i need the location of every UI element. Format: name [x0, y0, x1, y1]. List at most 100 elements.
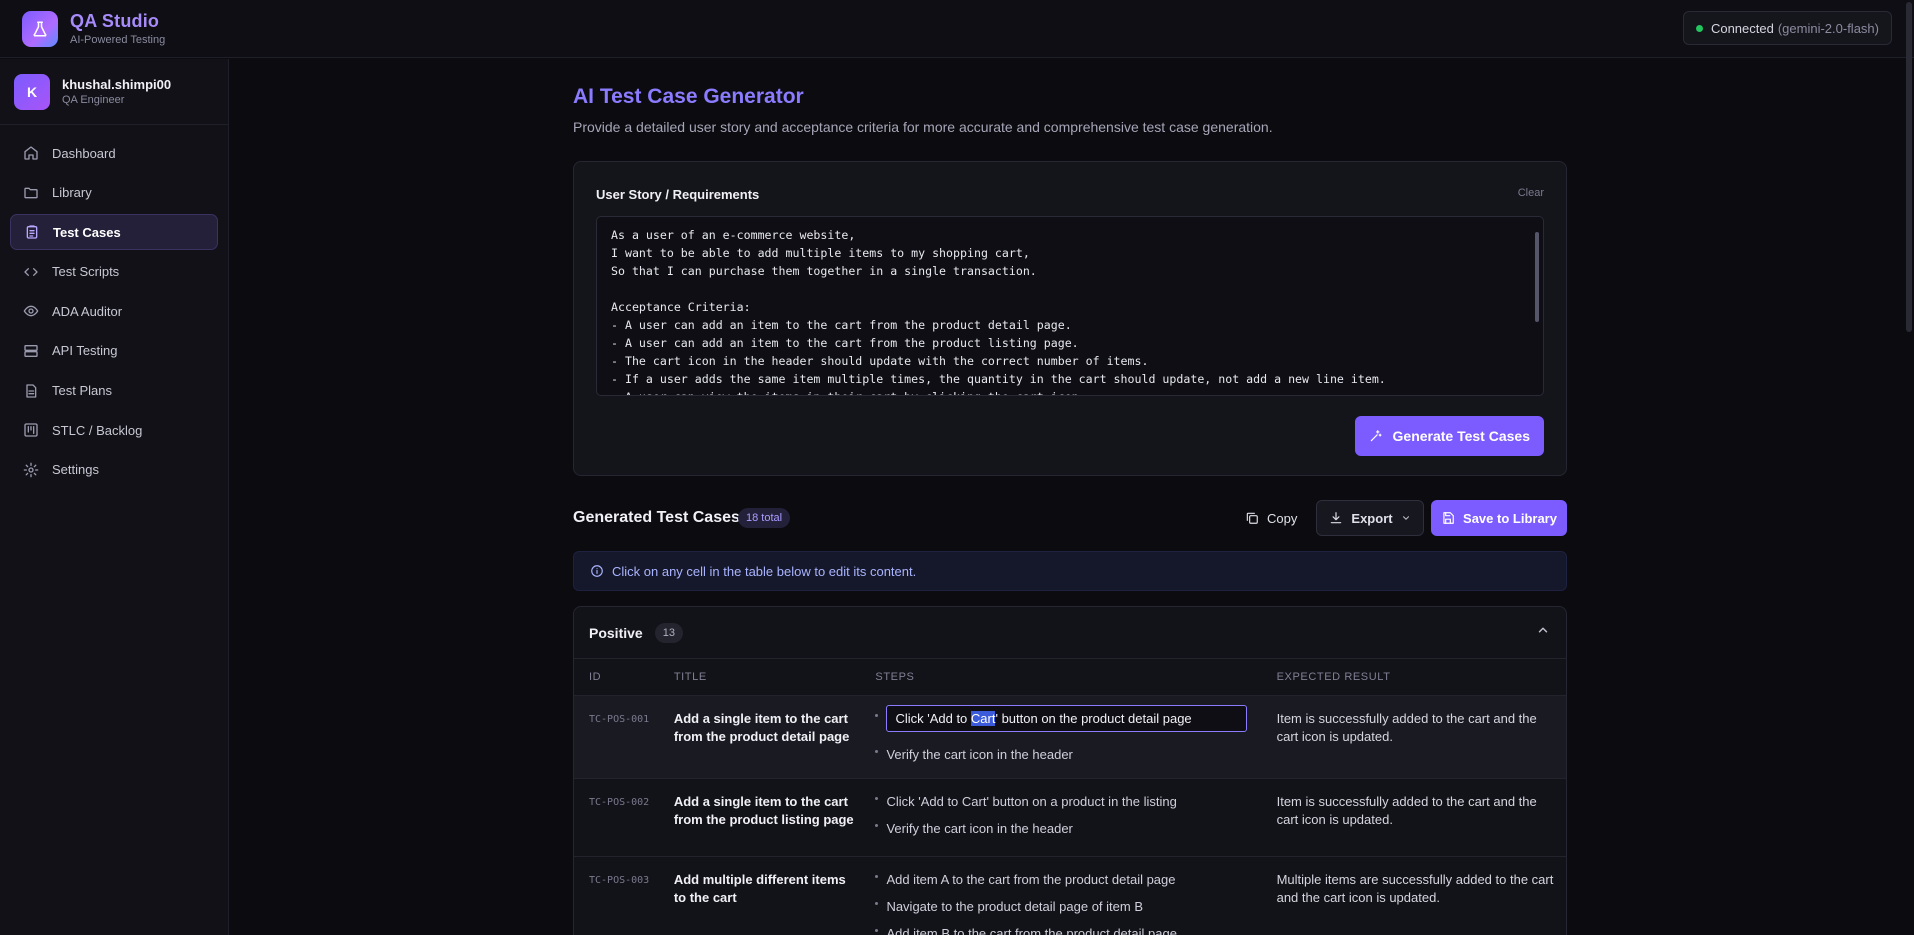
- sidebar-item-test-scripts[interactable]: Test Scripts: [10, 254, 218, 290]
- sidebar-item-settings[interactable]: Settings: [10, 452, 218, 488]
- sidebar-item-dashboard[interactable]: Dashboard: [10, 135, 218, 171]
- step-item: Click 'Add to Cart' button on the produc…: [875, 705, 1276, 737]
- top-bar: QA Studio AI-Powered Testing Connected (…: [0, 0, 1914, 58]
- page-title: AI Test Case Generator: [573, 85, 804, 108]
- user-name: khushal.shimpi00: [62, 77, 172, 92]
- sidebar-item-test-plans[interactable]: Test Plans: [10, 373, 218, 409]
- document-icon: [22, 382, 40, 400]
- cell-id[interactable]: TC-POS-002: [574, 793, 674, 856]
- step-item[interactable]: Add item B to the cart from the product …: [875, 925, 1276, 935]
- eye-icon: [22, 302, 40, 320]
- total-badge: 18 total: [738, 508, 791, 528]
- cell-expected[interactable]: Item is successfully added to the cart a…: [1277, 710, 1566, 778]
- cell-steps[interactable]: Click 'Add to Cart' button on the produc…: [875, 705, 1276, 778]
- requirements-label: User Story / Requirements: [596, 187, 760, 202]
- sidebar-item-label: API Testing: [52, 343, 118, 359]
- chevron-up-icon[interactable]: [1536, 623, 1550, 642]
- folder-icon: [22, 184, 40, 202]
- kanban-icon: [22, 421, 40, 439]
- step-item[interactable]: Navigate to the product detail page of i…: [875, 898, 1276, 916]
- step-item[interactable]: Click 'Add to Cart' button on a product …: [875, 793, 1276, 811]
- connection-label: Connected: [1710, 20, 1774, 36]
- test-case-section-positive: Positive 13 ID TITLE STEPS EXPECTED RESU…: [573, 606, 1567, 935]
- connection-model: (gemini-2.0-flash): [1777, 20, 1879, 36]
- cell-title[interactable]: Add a single item to the cart from the p…: [674, 793, 876, 856]
- main-content: AI Test Case Generator Provide a detaile…: [230, 59, 1914, 935]
- save-icon: [1443, 512, 1454, 524]
- sidebar-item-label: Test Plans: [52, 383, 112, 399]
- sidebar-item-label: Test Cases: [53, 224, 121, 240]
- info-text: Click on any cell in the table below to …: [612, 563, 917, 579]
- cell-id[interactable]: TC-POS-003: [574, 871, 674, 935]
- section-count-badge: 13: [654, 622, 683, 643]
- sidebar-item-label: STLC / Backlog: [52, 422, 143, 438]
- table-row: TC-POS-001 Add a single item to the cart…: [574, 696, 1566, 779]
- sidebar-item-library[interactable]: Library: [10, 175, 218, 211]
- app-title: QA Studio: [70, 11, 160, 31]
- cell-steps[interactable]: Add item A to the cart from the product …: [875, 871, 1276, 935]
- table-header: ID TITLE STEPS EXPECTED RESULT: [574, 659, 1566, 696]
- column-header-steps: STEPS: [875, 671, 915, 683]
- sidebar-item-label: Dashboard: [52, 145, 116, 161]
- sidebar-item-test-cases[interactable]: Test Cases: [10, 214, 218, 251]
- info-icon: [591, 565, 603, 577]
- section-header[interactable]: Positive 13: [574, 607, 1566, 659]
- sidebar: K khushal.shimpi00 QA Engineer Dashboard…: [0, 59, 229, 935]
- flask-logo-icon[interactable]: [22, 10, 58, 47]
- server-icon: [22, 342, 40, 360]
- export-label: Export: [1351, 510, 1393, 526]
- section-title: Positive: [589, 624, 643, 641]
- column-header-id: ID: [589, 671, 602, 683]
- gear-icon: [22, 461, 40, 479]
- results-header: Generated Test Cases 18 total Copy Expor…: [573, 500, 1567, 536]
- sidebar-item-label: Test Scripts: [52, 264, 120, 280]
- export-button[interactable]: Export: [1316, 500, 1424, 536]
- sidebar-item-label: Settings: [52, 462, 99, 478]
- table-row: TC-POS-003 Add multiple different items …: [574, 857, 1566, 935]
- cell-id[interactable]: TC-POS-001: [574, 710, 674, 778]
- selected-text: Cart: [970, 711, 996, 726]
- sidebar-item-ada-auditor[interactable]: ADA Auditor: [10, 293, 218, 329]
- user-profile[interactable]: K khushal.shimpi00 QA Engineer: [0, 59, 228, 125]
- user-role: QA Engineer: [62, 94, 125, 106]
- code-icon: [22, 263, 40, 281]
- page-description: Provide a detailed user story and accept…: [573, 119, 1273, 135]
- generate-test-cases-button[interactable]: Generate Test Cases: [1354, 416, 1544, 456]
- clear-button[interactable]: Clear: [1518, 187, 1544, 199]
- textarea-scrollbar[interactable]: [1534, 222, 1540, 394]
- info-banner: Click on any cell in the table below to …: [573, 551, 1567, 591]
- sidebar-item-stlc-backlog[interactable]: STLC / Backlog: [10, 412, 218, 448]
- home-icon: [22, 144, 40, 162]
- cell-expected[interactable]: Multiple items are successfully added to…: [1277, 871, 1566, 935]
- sidebar-item-label: ADA Auditor: [52, 303, 123, 319]
- page-scrollbar[interactable]: [1904, 0, 1914, 935]
- column-header-expected: EXPECTED RESULT: [1276, 671, 1391, 683]
- cell-title[interactable]: Add a single item to the cart from the p…: [674, 710, 876, 778]
- generate-label: Generate Test Cases: [1392, 428, 1530, 444]
- sidebar-item-api-testing[interactable]: API Testing: [10, 333, 218, 369]
- step-edit-input[interactable]: Click 'Add to Cart' button on the produc…: [886, 705, 1248, 732]
- step-item[interactable]: Verify the cart icon in the header: [875, 820, 1276, 838]
- step-item[interactable]: Verify the cart icon in the header: [875, 746, 1276, 764]
- avatar: K: [14, 73, 50, 110]
- sidebar-nav: Dashboard Library Test Cases Test Script…: [0, 125, 228, 501]
- cell-expected[interactable]: Item is successfully added to the cart a…: [1277, 793, 1566, 856]
- copy-button[interactable]: Copy: [1233, 500, 1309, 536]
- copy-label: Copy: [1267, 510, 1298, 526]
- save-label: Save to Library: [1463, 510, 1557, 526]
- table-row: TC-POS-002 Add a single item to the cart…: [574, 779, 1566, 857]
- cell-steps[interactable]: Click 'Add to Cart' button on a product …: [875, 793, 1276, 856]
- step-item[interactable]: Add item A to the cart from the product …: [875, 871, 1276, 889]
- copy-icon: [1246, 512, 1258, 524]
- save-to-library-button[interactable]: Save to Library: [1431, 500, 1567, 536]
- chevron-down-icon: [1402, 516, 1409, 520]
- connection-status: Connected (gemini-2.0-flash): [1682, 11, 1892, 45]
- cell-title[interactable]: Add multiple different items to the cart: [674, 871, 876, 935]
- status-dot-icon: [1695, 24, 1703, 32]
- requirements-textarea[interactable]: As a user of an e-commerce website, I wa…: [596, 216, 1544, 396]
- sparkle-icon: [1370, 430, 1382, 442]
- sidebar-item-label: Library: [52, 185, 92, 201]
- clipboard-icon: [23, 223, 41, 241]
- column-header-title: TITLE: [673, 671, 707, 683]
- results-title: Generated Test Cases: [573, 509, 740, 526]
